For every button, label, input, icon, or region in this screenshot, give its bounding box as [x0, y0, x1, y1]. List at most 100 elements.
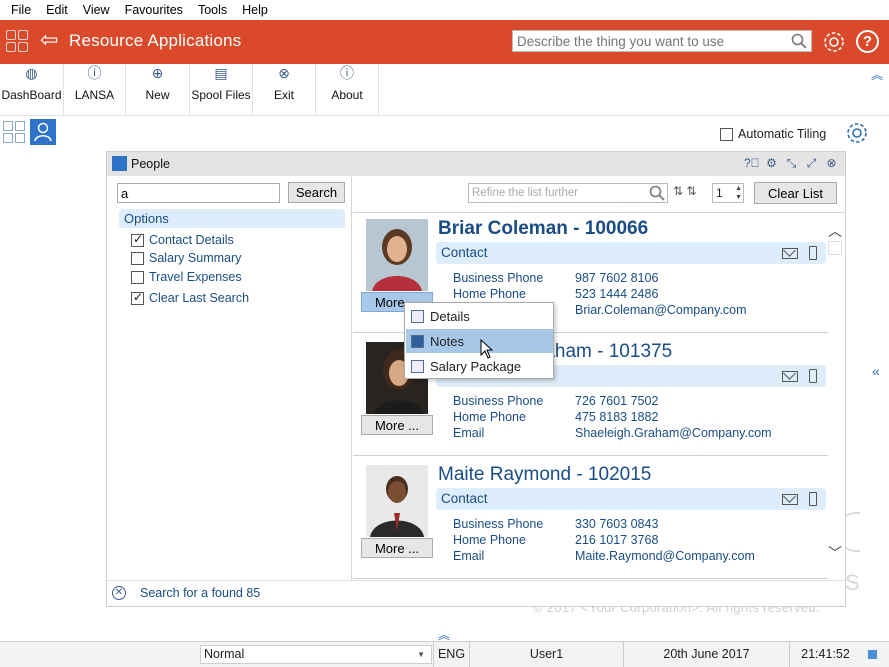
option-travel-expenses[interactable]: Travel Expenses — [131, 270, 242, 284]
app-grid-icon[interactable] — [6, 30, 28, 52]
automatic-tiling-toggle[interactable]: Automatic Tiling — [720, 127, 826, 141]
search-status-text: Search for a found 85 — [140, 586, 261, 600]
email-row: Email Shaeleigh.Graham@Company.com — [453, 426, 772, 442]
mail-icon[interactable] — [782, 494, 798, 505]
travel-expenses-checkbox[interactable] — [131, 270, 144, 284]
help-icon[interactable]: ?⃝ — [744, 156, 760, 171]
field-label: Business Phone — [453, 271, 544, 285]
search-icon[interactable] — [649, 185, 665, 201]
menu-view[interactable]: View — [76, 3, 118, 17]
option-clear-last-search[interactable]: Clear Last Search — [131, 290, 249, 305]
more-context-menu: Details Notes Salary Package — [404, 302, 554, 379]
clear-search-icon[interactable]: ✕ — [112, 586, 126, 600]
salary-summary-checkbox[interactable] — [131, 251, 144, 265]
globe-icon: ◍ — [25, 65, 38, 81]
app-search-input[interactable] — [513, 31, 783, 51]
business-phone-row: Business Phone 726 7601 7502 — [453, 394, 772, 410]
spin-arrows-icon[interactable]: ▲ ▼ — [735, 184, 742, 202]
chevron-up-icon[interactable]: ︿ — [828, 221, 842, 241]
person-name[interactable]: Maite Raymond - 102015 — [438, 464, 651, 486]
mode-select[interactable]: Normal ▼ — [200, 645, 432, 664]
contact-details: Business Phone 726 7601 7502 Home Phone 47… — [453, 394, 772, 442]
app-title: Resource Applications — [69, 31, 242, 50]
more-button[interactable]: More ... — [361, 538, 433, 558]
phone-icon[interactable] — [809, 246, 817, 260]
chevron-up-double-icon[interactable]: ︽ — [438, 626, 450, 643]
people-panel-header: People ?⃝ ⚙ ⤡ ⤢ ⊗ — [107, 152, 845, 176]
page-number-stepper[interactable]: 1 ▲ ▼ — [712, 183, 744, 203]
clear-list-button[interactable]: Clear List — [754, 182, 837, 204]
chevron-left-double-icon[interactable]: « — [872, 363, 880, 379]
refine-list-input[interactable]: Refine the list further — [468, 183, 668, 203]
select-checkbox[interactable] — [828, 241, 842, 255]
close-icon[interactable]: ⊗ — [824, 156, 839, 171]
person-name[interactable]: Briar Coleman - 100066 — [438, 218, 648, 240]
gear-icon[interactable]: ⚙ — [764, 156, 779, 171]
page-number: 1 — [716, 186, 723, 200]
field-value: 330 7603 0843 — [575, 517, 659, 531]
field-value: 216 1017 3768 — [575, 533, 659, 547]
menu-help[interactable]: Help — [235, 3, 276, 17]
info-circle-icon: ⓘ — [87, 65, 102, 81]
toolbar-exit-button[interactable]: ⊗ Exit — [253, 64, 316, 116]
option-contact-details[interactable]: Contact Details — [131, 232, 234, 247]
toolbar-new-button[interactable]: ⊕ New — [126, 64, 190, 116]
toolbar-about-button[interactable]: ⓘ About — [316, 64, 379, 116]
search-status-line: ✕ Search for a found 85 — [107, 580, 845, 606]
menu-edit[interactable]: Edit — [39, 3, 76, 17]
collapse-icon[interactable]: ⤡ — [784, 156, 799, 171]
search-icon[interactable] — [791, 33, 807, 49]
option-label: Salary Summary — [149, 251, 242, 265]
chevron-down-icon[interactable]: ▼ — [417, 646, 425, 663]
search-button[interactable]: Search — [288, 182, 345, 203]
settings-gear-icon[interactable] — [822, 30, 846, 54]
mail-icon[interactable] — [782, 248, 798, 259]
people-search-input[interactable] — [117, 183, 280, 203]
automatic-tiling-checkbox[interactable] — [720, 127, 733, 141]
panel-header-icons: ?⃝ ⚙ ⤡ ⤢ ⊗ — [744, 156, 839, 171]
field-label: Home Phone — [453, 533, 526, 547]
field-value: 987 7602 8106 — [575, 271, 659, 285]
panel-title: People — [131, 157, 170, 171]
details-icon — [411, 309, 424, 323]
people-view-icon[interactable] — [30, 119, 56, 145]
menu-tools[interactable]: Tools — [191, 3, 235, 17]
more-button[interactable]: More ... — [361, 415, 433, 435]
field-value: Maite.Raymond@Company.com — [575, 549, 755, 563]
settings-gear-icon[interactable] — [845, 121, 869, 145]
field-value: 726 7601 7502 — [575, 394, 659, 408]
person-name[interactable]: raham - 101375 — [538, 341, 672, 363]
clear-last-search-checkbox[interactable] — [131, 290, 144, 305]
field-label: Home Phone — [453, 410, 526, 424]
automatic-tiling-label: Automatic Tiling — [738, 127, 827, 141]
sort-icon[interactable]: ⇅ ⇅ — [673, 184, 696, 198]
home-phone-row: Home Phone 523 1444 2486 — [453, 287, 747, 303]
phone-icon[interactable] — [809, 369, 817, 383]
field-value: 475 8183 1882 — [575, 410, 659, 424]
menu-item-label: Details — [430, 308, 470, 324]
mouse-pointer-icon — [480, 339, 494, 359]
menu-file[interactable]: File — [4, 3, 39, 17]
options-heading: Options — [119, 209, 345, 228]
people-panel: People ?⃝ ⚙ ⤡ ⤢ ⊗ Search Options Contact… — [106, 151, 846, 607]
toolbar-spool-files-button[interactable]: ▤ Spool Files — [190, 64, 253, 116]
date-indicator: 20th June 2017 — [623, 642, 789, 667]
toolbar-spool-files-label: Spool Files — [191, 88, 251, 102]
menu-item-details[interactable]: Details — [406, 304, 553, 328]
expand-icon[interactable]: ⤢ — [804, 156, 819, 171]
mail-icon[interactable] — [782, 371, 798, 382]
toolbar-lansa-button[interactable]: ⓘ LANSA — [64, 64, 126, 116]
contact-details-checkbox[interactable] — [131, 232, 144, 247]
view-row: Automatic Tiling — [0, 116, 889, 150]
chevron-down-icon[interactable]: ﹀ — [828, 543, 842, 563]
help-icon[interactable]: ? — [856, 30, 879, 53]
menu-favourites[interactable]: Favourites — [118, 3, 191, 17]
toolbar-dashboard-button[interactable]: ◍ DashBoard — [0, 64, 64, 116]
phone-icon[interactable] — [809, 492, 817, 506]
chevron-up-double-icon[interactable]: ︽ — [871, 66, 883, 83]
person-photo — [366, 219, 428, 291]
back-arrow-icon[interactable]: ⇦ — [40, 29, 58, 51]
search-options-column: Search Options Contact Details Salary Su… — [107, 176, 352, 580]
option-salary-summary[interactable]: Salary Summary — [131, 251, 241, 265]
tiles-view-icon[interactable] — [3, 121, 25, 143]
